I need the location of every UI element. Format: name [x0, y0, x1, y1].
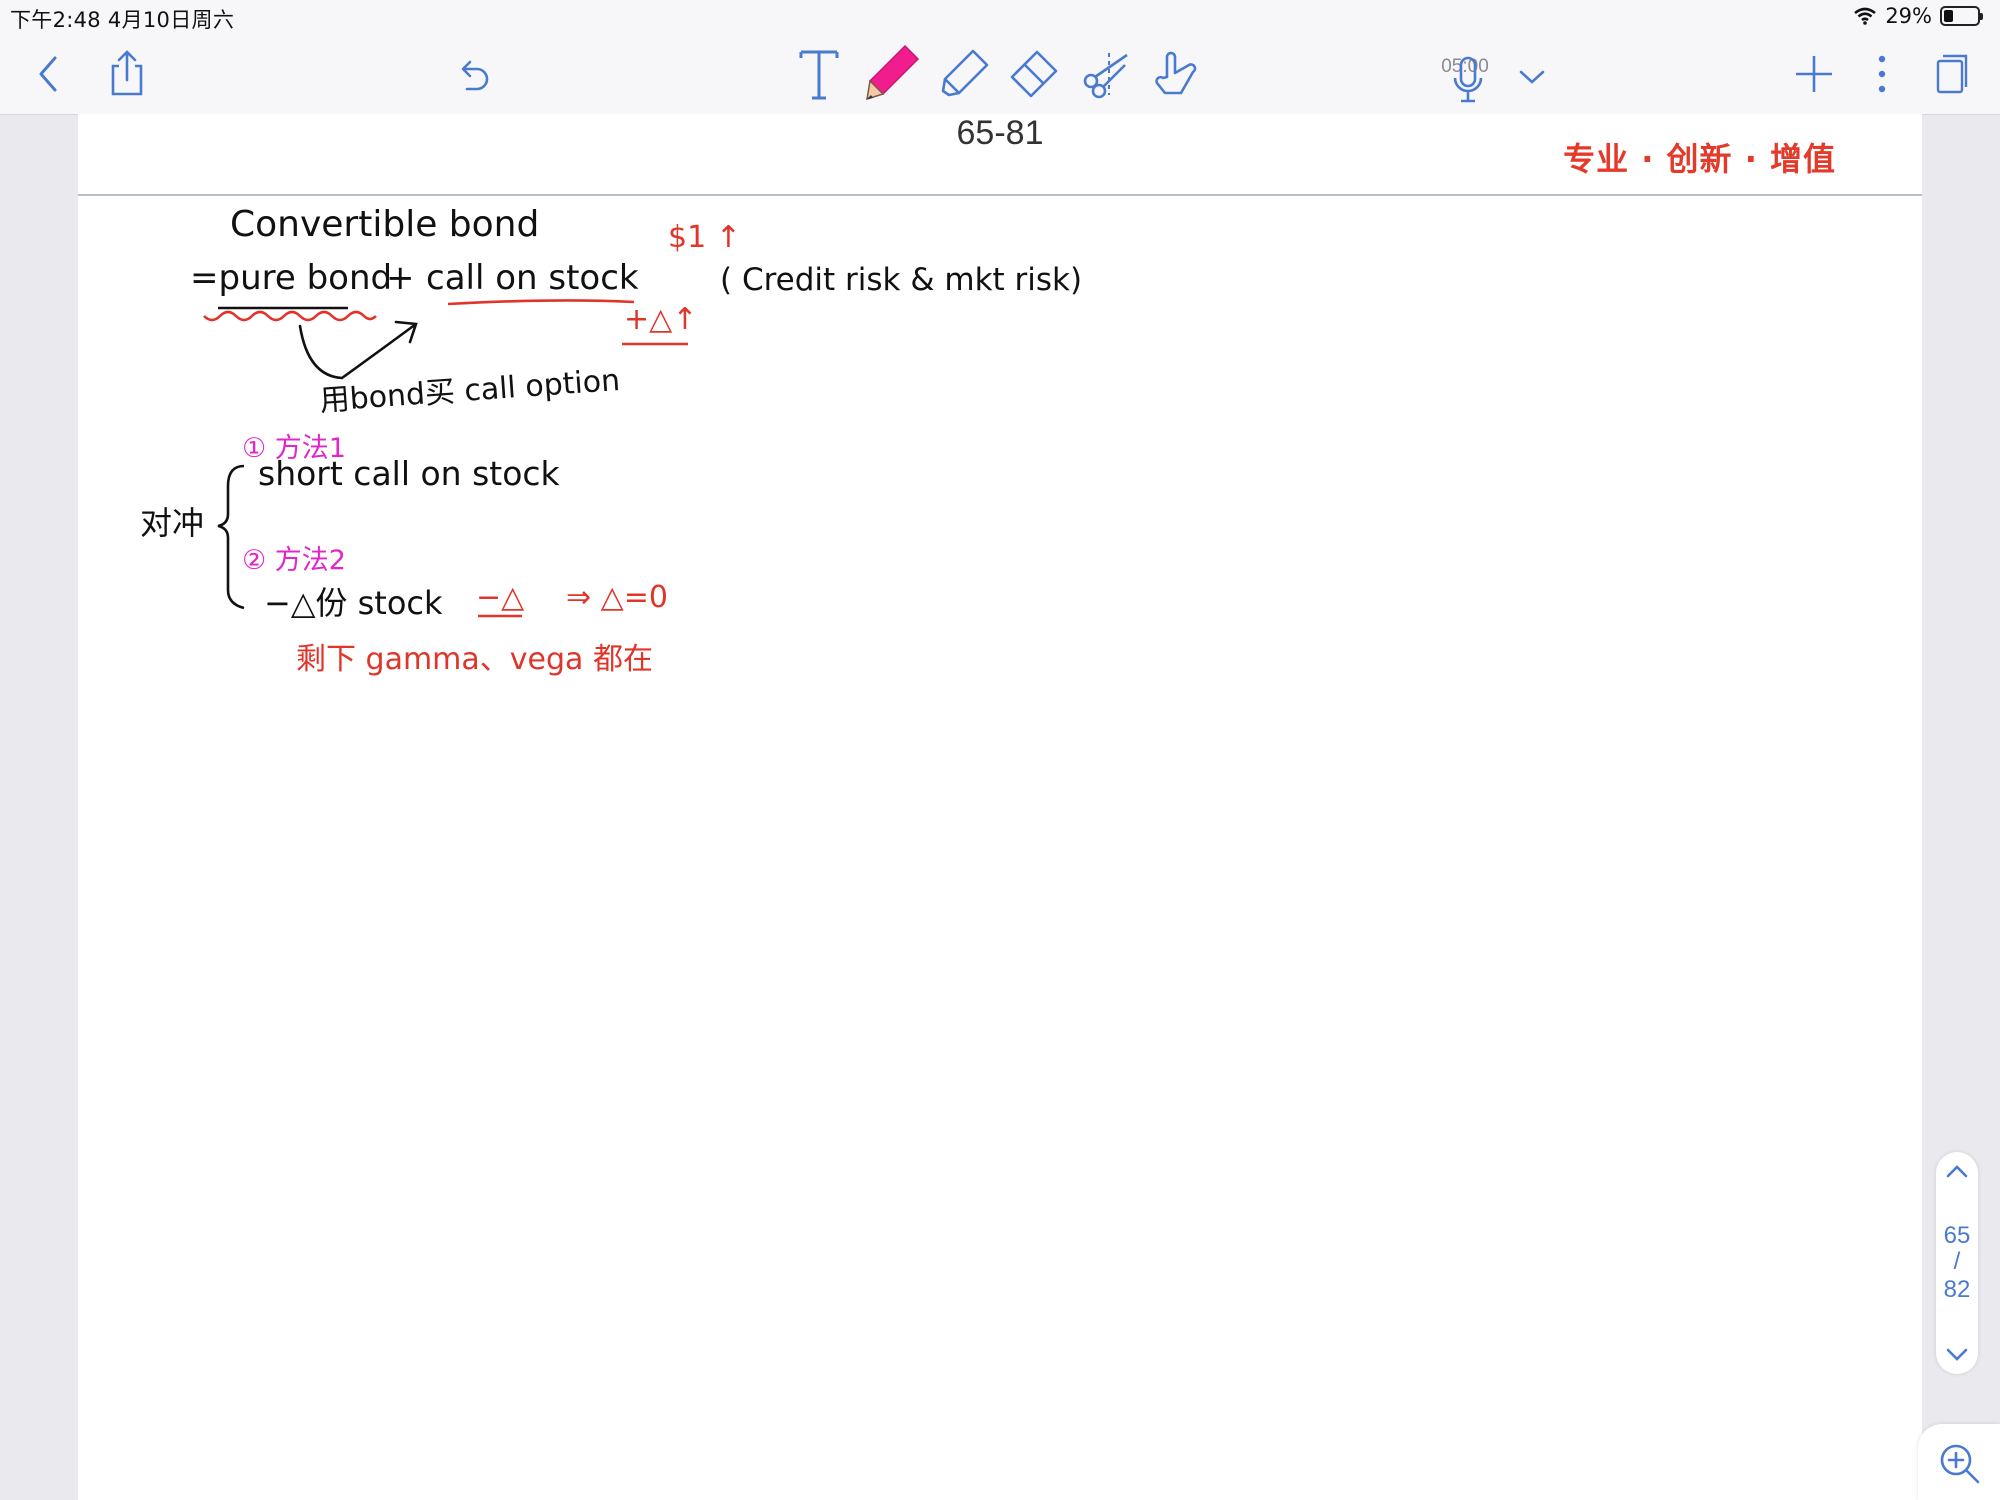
undo-icon — [461, 60, 489, 91]
zoom-button[interactable] — [1918, 1424, 2000, 1500]
battery-icon — [1940, 6, 1983, 26]
more-vertical-icon — [1878, 55, 1886, 93]
chevron-left-icon — [39, 56, 57, 92]
hand-pointer-icon — [1155, 51, 1197, 95]
page-navigator: 65 / 82 — [1936, 1152, 1978, 1374]
add-page-button[interactable] — [1792, 52, 1836, 96]
battery-percent: 29% — [1885, 4, 1932, 28]
lasso-scissors-icon — [1083, 53, 1128, 99]
plus-icon — [1796, 56, 1832, 92]
eraser-icon — [1010, 50, 1058, 98]
bond-to-call-arrow — [298, 320, 418, 380]
toolbar: 05:00 — [0, 34, 2000, 115]
next-page-button[interactable] — [1943, 1342, 1971, 1366]
more-button[interactable] — [1872, 52, 1892, 96]
current-page-number: 65 — [1943, 1222, 1971, 1249]
wifi-icon — [1854, 7, 1877, 25]
highlighter-tool[interactable] — [936, 46, 992, 102]
share-icon — [111, 50, 143, 96]
status-right: 29% — [1853, 4, 1983, 28]
prev-page-button[interactable] — [1943, 1160, 1971, 1184]
eraser-tool[interactable] — [1006, 46, 1062, 102]
text-tool[interactable] — [796, 44, 842, 104]
pages-icon — [1936, 54, 1968, 94]
notebook-page[interactable]: 65-81 专业 · 创新 · 增值 Convertible bond =pur… — [78, 114, 1922, 1500]
pure-bond-wavy-underline — [203, 310, 377, 322]
zoom-in-icon — [1940, 1444, 1980, 1484]
pages-button[interactable] — [1932, 50, 1972, 98]
chevron-down-icon — [1519, 70, 1545, 84]
share-button[interactable] — [104, 46, 150, 100]
record-button[interactable] — [1448, 52, 1488, 108]
undo-button[interactable] — [450, 52, 496, 98]
hand-tool[interactable] — [1148, 46, 1204, 102]
text-tool-icon — [799, 50, 839, 100]
pen-tool-icon — [866, 44, 920, 101]
pen-tool[interactable] — [862, 42, 922, 104]
status-time-date: 下午2:48 4月10日周六 — [10, 8, 235, 32]
chevron-down-icon — [1946, 1348, 1968, 1361]
page-slash: / — [1953, 1248, 1961, 1275]
recording-menu-button[interactable] — [1512, 62, 1552, 92]
total-page-number: 82 — [1943, 1276, 1971, 1303]
microphone-icon — [1453, 56, 1483, 103]
status-bar: 下午2:48 4月10日周六 29% — [0, 0, 2000, 34]
ink-strokes — [203, 299, 688, 618]
back-button[interactable] — [28, 52, 68, 96]
lasso-tool[interactable] — [1078, 46, 1134, 102]
header-slogan: 专业 · 创新 · 增值 — [1563, 140, 1836, 178]
highlighter-icon — [941, 49, 989, 97]
chevron-up-icon — [1946, 1165, 1968, 1178]
hedge-left-brace — [217, 464, 245, 610]
call-stock-underline — [447, 299, 635, 306]
